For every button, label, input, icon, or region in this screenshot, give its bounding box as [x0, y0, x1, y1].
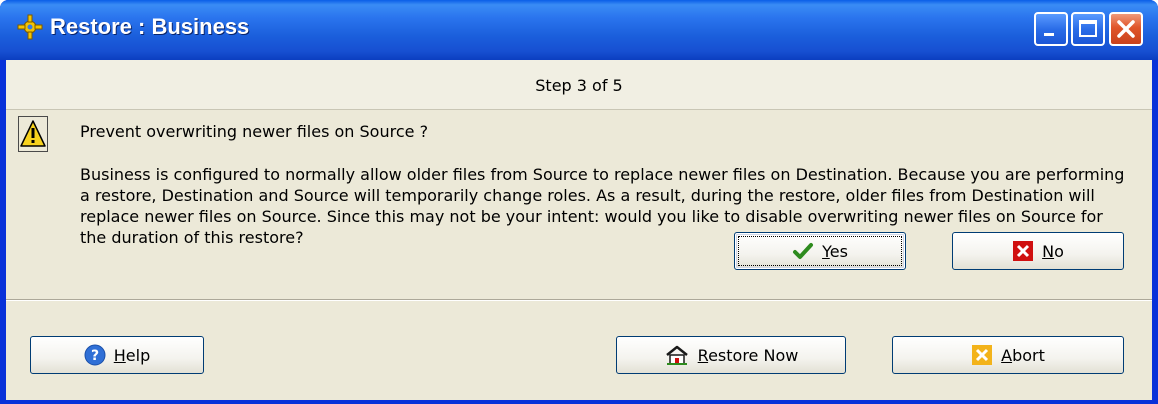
close-icon: [1117, 20, 1135, 38]
restore-house-icon: [665, 345, 688, 365]
red-x-icon: [1013, 241, 1034, 261]
svg-text:?: ?: [91, 348, 99, 364]
help-label: Help: [113, 345, 151, 365]
abort-icon: [972, 345, 993, 365]
abort-button[interactable]: Abort: [892, 336, 1124, 374]
prompt-question: Prevent overwriting newer files on Sourc…: [80, 122, 429, 141]
close-button[interactable]: [1109, 12, 1143, 46]
no-button[interactable]: No: [952, 232, 1124, 270]
help-button[interactable]: ? Help: [30, 336, 204, 374]
no-label: No: [1042, 241, 1064, 261]
help-icon: ?: [84, 344, 106, 366]
app-gear-icon: [17, 14, 43, 40]
maximize-button[interactable]: [1071, 12, 1105, 46]
yes-label: Yes: [822, 241, 848, 261]
dialog-body: Step 3 of 5 Prevent overwriting newer fi…: [6, 60, 1152, 400]
restore-now-button[interactable]: Restore Now: [616, 336, 846, 374]
warning-icon: [18, 116, 48, 152]
step-indicator-bar: Step 3 of 5: [6, 60, 1152, 110]
title-bar[interactable]: Restore : Business: [0, 0, 1158, 60]
restore-now-label: Restore Now: [697, 345, 799, 365]
abort-label: Abort: [1001, 345, 1045, 365]
separator: [6, 299, 1152, 301]
window-title: Restore : Business: [50, 14, 250, 39]
minimize-button[interactable]: [1034, 12, 1068, 46]
maximize-icon: [1079, 20, 1097, 37]
minimize-icon: [1044, 33, 1054, 36]
checkmark-icon: [793, 243, 814, 259]
step-indicator: Step 3 of 5: [535, 76, 623, 95]
yes-button[interactable]: Yes: [734, 232, 906, 270]
restore-dialog-window: Restore : Business Step 3 of 5 Prevent o…: [0, 0, 1158, 404]
